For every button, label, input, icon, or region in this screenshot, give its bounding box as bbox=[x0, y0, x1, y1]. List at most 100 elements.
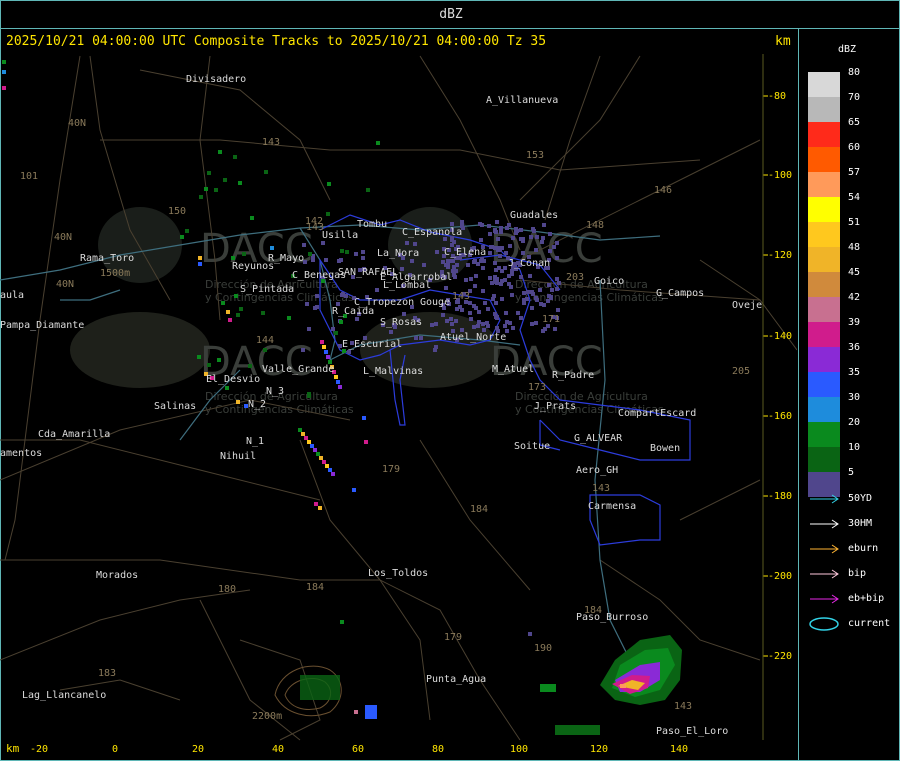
precip-pixel bbox=[510, 272, 514, 276]
precip-pixel bbox=[334, 331, 338, 335]
precip-pixel bbox=[552, 245, 556, 249]
precip-pixel bbox=[302, 243, 306, 247]
precip-pixel bbox=[287, 316, 291, 320]
place-label: J_Conan bbox=[508, 258, 550, 269]
precip-pixel bbox=[315, 294, 319, 298]
track-label: current bbox=[848, 618, 891, 629]
precip-pixel bbox=[485, 321, 489, 325]
precip-pixel bbox=[476, 324, 480, 328]
precip-pixel bbox=[555, 241, 559, 245]
place-label: CompartEscard bbox=[618, 408, 696, 419]
precip-pixel bbox=[452, 273, 456, 277]
legend-swatch bbox=[808, 172, 840, 197]
precip-pixel bbox=[326, 212, 330, 216]
legend-value: 5 bbox=[848, 467, 855, 478]
legend-swatch bbox=[808, 422, 840, 447]
precip-pixel bbox=[434, 322, 438, 326]
precip-pixel bbox=[347, 350, 351, 354]
legend-swatch bbox=[808, 147, 840, 172]
precip-pixel bbox=[504, 311, 508, 315]
precip-pixel bbox=[500, 269, 504, 273]
elevation-label: 2200m bbox=[252, 711, 282, 722]
road-number: 184 bbox=[470, 504, 488, 515]
legend-value: 48 bbox=[848, 242, 861, 253]
precip-pixel bbox=[242, 252, 246, 256]
precip-pixel bbox=[477, 310, 481, 314]
precip-pixel bbox=[494, 301, 498, 305]
legend-value: 65 bbox=[848, 117, 861, 128]
road-number: 146 bbox=[654, 185, 672, 196]
precip-pixel bbox=[555, 277, 559, 281]
precip-pixel bbox=[540, 240, 544, 244]
track-label: eb+bip bbox=[848, 593, 885, 604]
road-number: 143 bbox=[674, 701, 692, 712]
place-label: L_Malvinas bbox=[363, 366, 423, 377]
precip-pixel bbox=[474, 274, 478, 278]
y-tick-label: -100 bbox=[768, 170, 792, 181]
precip-pixel bbox=[468, 311, 472, 315]
place-label: Gouge bbox=[420, 297, 450, 308]
precip-pixel bbox=[469, 277, 473, 281]
road-number: 205 bbox=[732, 366, 750, 377]
precip-pixel bbox=[530, 290, 534, 294]
precip-pixel bbox=[500, 297, 504, 301]
precip-pixel bbox=[535, 235, 539, 239]
road-number: 179 bbox=[444, 632, 462, 643]
precip-pixel bbox=[522, 298, 526, 302]
precip-pixel bbox=[481, 289, 485, 293]
legend-value: 42 bbox=[848, 292, 861, 303]
precip-pixel bbox=[410, 259, 414, 263]
precip-pixel bbox=[511, 236, 515, 240]
precip-pixel bbox=[430, 323, 434, 327]
track-label: bip bbox=[848, 568, 867, 579]
precip-pixel bbox=[532, 229, 536, 233]
precip-pixel bbox=[322, 460, 326, 464]
place-label: Goico bbox=[594, 276, 624, 287]
track-arrow-icon bbox=[810, 519, 839, 529]
precip-pixel bbox=[422, 263, 426, 267]
place-label: R_Padre bbox=[552, 370, 594, 381]
precip-pixel bbox=[488, 276, 492, 280]
legend-value: 45 bbox=[848, 267, 861, 278]
precip-pixel bbox=[476, 262, 480, 266]
road-number: 173 bbox=[528, 382, 546, 393]
precip-pixel bbox=[198, 262, 202, 266]
precip-pixel bbox=[530, 306, 534, 310]
precip-pixel bbox=[445, 319, 449, 323]
precip-pixel bbox=[493, 261, 497, 265]
precip-pixel bbox=[354, 252, 358, 256]
track-arrow-icon bbox=[810, 594, 839, 604]
legend-swatch bbox=[808, 322, 840, 347]
precip-pixel bbox=[495, 220, 499, 224]
precip-pixel bbox=[472, 304, 476, 308]
precip-pixel bbox=[322, 345, 326, 349]
precip-pixel bbox=[511, 326, 515, 330]
precip-pixel bbox=[327, 182, 331, 186]
x-tick-label: 100 bbox=[510, 744, 528, 755]
precip-pixel bbox=[499, 226, 503, 230]
precip-pixel bbox=[214, 188, 218, 192]
precip-pixel bbox=[486, 307, 490, 311]
precip-pixel bbox=[325, 464, 329, 468]
precip-pixel bbox=[480, 223, 484, 227]
precip-pixel bbox=[263, 348, 267, 352]
precip-pixel bbox=[313, 448, 317, 452]
place-label: R_Caida bbox=[332, 306, 374, 317]
precip-pixel bbox=[541, 329, 545, 333]
radar-map[interactable]: DACC DACC DACC DACC Dirección de Agricul… bbox=[0, 54, 797, 760]
precip-pixel bbox=[528, 632, 532, 636]
precip-pixel bbox=[529, 235, 533, 239]
road-number: 40N bbox=[68, 118, 86, 129]
roads bbox=[0, 55, 797, 741]
precip-pixel bbox=[491, 297, 495, 301]
precip-pixel bbox=[248, 364, 252, 368]
title-bar: dBZ bbox=[0, 0, 900, 29]
precip-pixel bbox=[549, 296, 553, 300]
precip-pixel bbox=[310, 444, 314, 448]
road-number: 40N bbox=[54, 232, 72, 243]
road-number: 183 bbox=[98, 668, 116, 679]
road-number: 150 bbox=[168, 206, 186, 217]
legend-value: 35 bbox=[848, 367, 861, 378]
precip-pixel bbox=[264, 170, 268, 174]
precip-pixel bbox=[221, 301, 225, 305]
